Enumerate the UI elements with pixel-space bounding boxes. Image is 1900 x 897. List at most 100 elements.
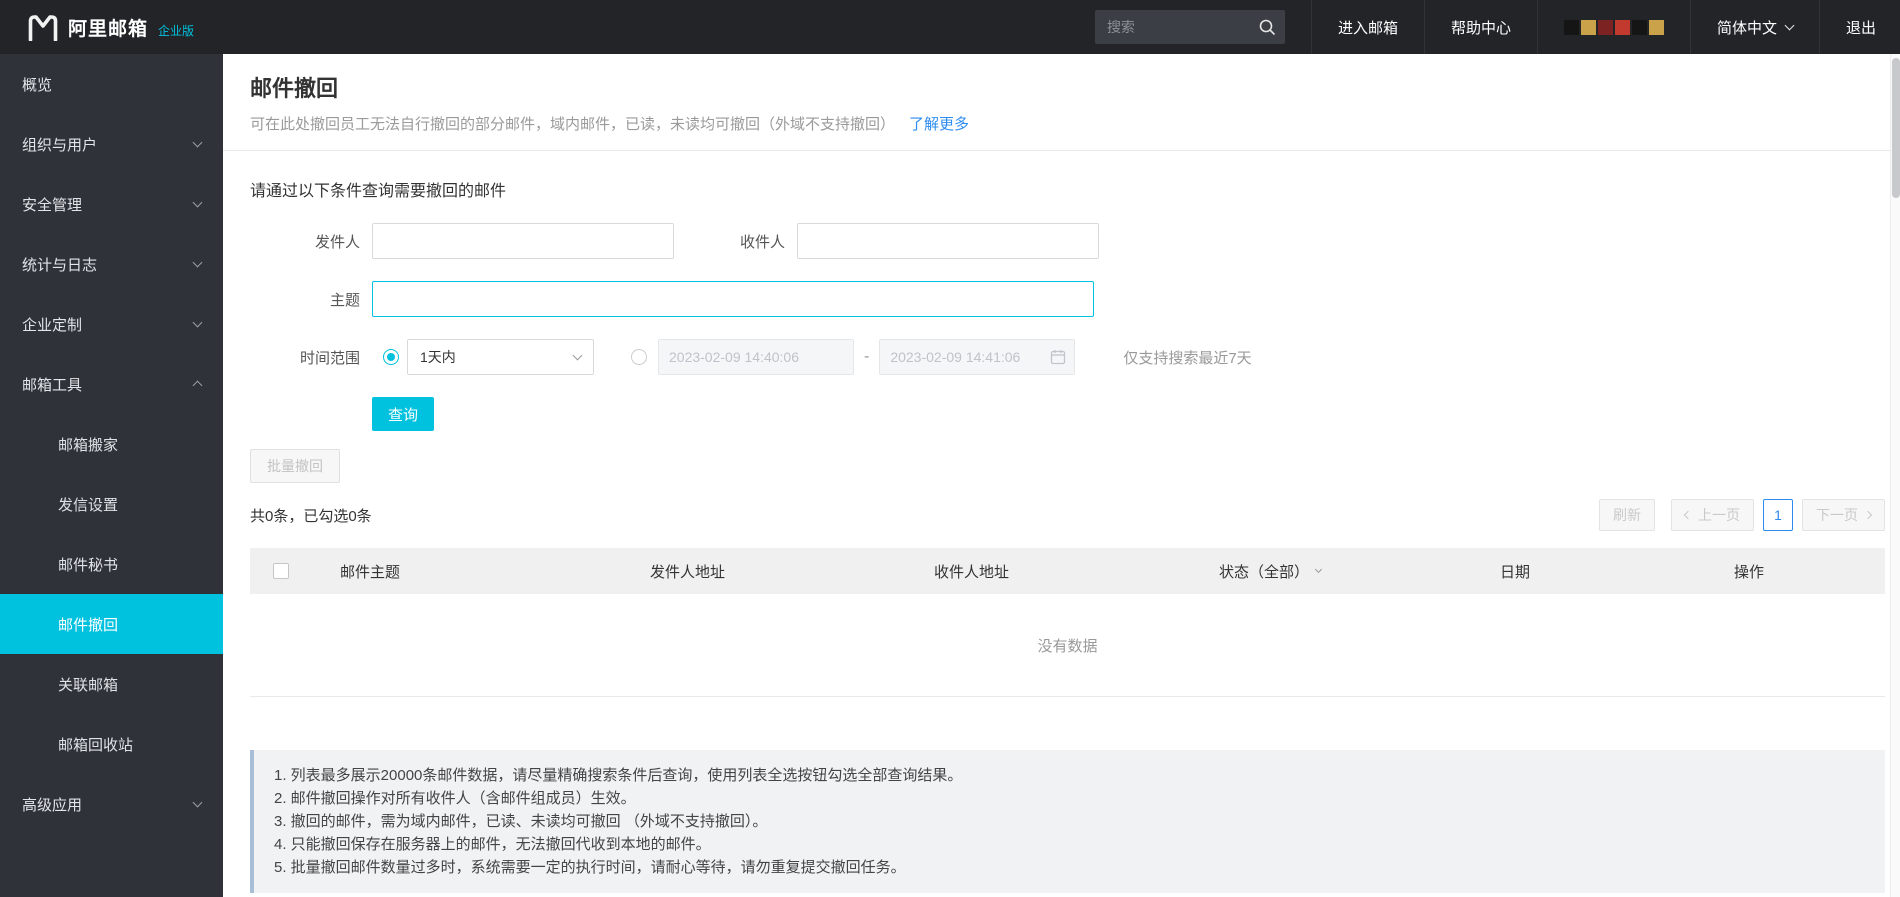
time-range-label: 时间范围 <box>250 347 372 368</box>
sidebar-item-security-management[interactable]: 安全管理 <box>0 174 223 234</box>
theme-palette <box>1537 0 1690 54</box>
alimail-logo-icon <box>28 14 58 41</box>
note-item: 5. 批量撤回邮件数量过多时，系统需要一定的执行时间，请耐心等待，请勿重复提交撤… <box>274 856 1865 879</box>
notes-panel: 1. 列表最多展示20000条邮件数据，请尽量精确搜索条件后查询，使用列表全选按… <box>250 750 1885 893</box>
chevron-down-icon <box>573 351 583 361</box>
topbar: 阿里邮箱 企业版 进入邮箱 帮助中心 简体中文 <box>0 0 1900 54</box>
scrollbar-thumb[interactable] <box>1892 58 1900 198</box>
sidebar-item-linked-mailbox[interactable]: 关联邮箱 <box>0 654 223 714</box>
page-header: 邮件撤回 可在此处撤回员工无法自行撤回的部分邮件，域内邮件，已读，未读均可撤回（… <box>223 54 1900 151</box>
sidebar-item-mail-recall[interactable]: 邮件撤回 <box>0 594 223 654</box>
sidebar-item-label: 发信设置 <box>58 494 118 515</box>
time-custom-radio[interactable] <box>631 349 647 365</box>
language-selector[interactable]: 简体中文 <box>1690 0 1819 54</box>
topbar-actions: 进入邮箱 帮助中心 简体中文 退出 <box>1095 0 1900 54</box>
page-title: 邮件撤回 <box>250 76 1873 102</box>
sidebar-item-stats-and-logs[interactable]: 统计与日志 <box>0 234 223 294</box>
sidebar-item-mailbox-recycle-bin[interactable]: 邮箱回收站 <box>0 714 223 774</box>
batch-recall-button[interactable]: 批量撤回 <box>250 449 340 483</box>
search-button[interactable]: 查询 <box>372 397 434 431</box>
chevron-down-icon <box>193 318 203 328</box>
time-range-hint: 仅支持搜索最近7天 <box>1123 347 1251 368</box>
sidebar-item-enterprise-customization[interactable]: 企业定制 <box>0 294 223 354</box>
recipient-input[interactable] <box>797 223 1099 259</box>
sidebar-item-label: 邮件秘书 <box>58 554 118 575</box>
next-page-button[interactable]: 下一页 <box>1802 499 1885 531</box>
palette-swatch <box>1632 20 1647 35</box>
topbar-search <box>1095 10 1285 44</box>
empty-state: 没有数据 <box>250 594 1885 697</box>
select-all-checkbox[interactable] <box>273 563 289 579</box>
sidebar-item-label: 高级应用 <box>22 794 82 815</box>
count-row: 共0条，已勾选0条 刷新 上一页 1 下一页 <box>223 483 1900 548</box>
help-center-button[interactable]: 帮助中心 <box>1424 0 1537 54</box>
date-range-separator: - <box>864 348 869 366</box>
prev-page-button[interactable]: 上一页 <box>1671 499 1754 531</box>
next-page-label: 下一页 <box>1816 505 1858 525</box>
current-page[interactable]: 1 <box>1763 499 1793 531</box>
time-preset-radio[interactable] <box>383 349 399 365</box>
subject-input[interactable] <box>372 281 1094 317</box>
recipient-label: 收件人 <box>690 231 797 252</box>
sidebar-item-label: 邮箱搬家 <box>58 434 118 455</box>
mail-table: 邮件主题 发件人地址 收件人地址 状态（全部） 日期 操作 没有数据 <box>250 548 1885 697</box>
time-range-row: 时间范围 1天内 - 仅支持搜 <box>250 339 1873 375</box>
sidebar-item-mailbox-migration[interactable]: 邮箱搬家 <box>0 414 223 474</box>
column-recipient-address: 收件人地址 <box>934 561 1219 582</box>
chevron-down-icon <box>1785 21 1795 31</box>
help-center-label: 帮助中心 <box>1451 17 1511 38</box>
sidebar-item-label: 安全管理 <box>22 194 82 215</box>
search-icon[interactable] <box>1258 18 1276 36</box>
sidebar-item-label: 邮箱回收站 <box>58 734 133 755</box>
sender-label: 发件人 <box>250 231 372 252</box>
search-input[interactable] <box>1095 10 1285 44</box>
brand-name: 阿里邮箱 <box>68 14 148 41</box>
note-item: 1. 列表最多展示20000条邮件数据，请尽量精确搜索条件后查询，使用列表全选按… <box>274 764 1865 787</box>
sidebar-item-sending-settings[interactable]: 发信设置 <box>0 474 223 534</box>
chevron-down-icon <box>1315 566 1322 573</box>
result-count: 共0条，已勾选0条 <box>250 505 372 526</box>
chevron-down-icon <box>193 198 203 208</box>
palette-swatch <box>1649 20 1664 35</box>
table-header: 邮件主题 发件人地址 收件人地址 状态（全部） 日期 操作 <box>250 548 1885 594</box>
sender-input[interactable] <box>372 223 674 259</box>
sidebar-item-label: 企业定制 <box>22 314 82 335</box>
brand: 阿里邮箱 企业版 <box>0 0 194 54</box>
refresh-button[interactable]: 刷新 <box>1599 499 1655 531</box>
enter-mailbox-button[interactable]: 进入邮箱 <box>1311 0 1424 54</box>
enter-mailbox-label: 进入邮箱 <box>1338 17 1398 38</box>
main-area: 概览 组织与用户 安全管理 统计与日志 企业定制 邮箱工具 邮箱搬家 发信设置 <box>0 54 1900 897</box>
brand-edition-badge: 企业版 <box>158 22 194 39</box>
logout-button[interactable]: 退出 <box>1819 0 1900 54</box>
sidebar-item-mail-secretary[interactable]: 邮件秘书 <box>0 534 223 594</box>
sidebar-item-mailbox-tools[interactable]: 邮箱工具 <box>0 354 223 414</box>
sidebar-item-overview[interactable]: 概览 <box>0 54 223 114</box>
list-toolbar: 批量撤回 <box>223 431 1900 483</box>
table-header-checkbox-cell <box>250 563 340 579</box>
palette-swatch <box>1598 20 1613 35</box>
page-description-row: 可在此处撤回员工无法自行撤回的部分邮件，域内邮件，已读，未读均可撤回（外域不支持… <box>250 116 1873 134</box>
language-label: 简体中文 <box>1717 17 1777 38</box>
chevron-down-icon <box>193 138 203 148</box>
time-preset-value: 1天内 <box>420 347 456 367</box>
sidebar-item-label: 关联邮箱 <box>58 674 118 695</box>
learn-more-link[interactable]: 了解更多 <box>909 116 969 133</box>
sidebar-item-label: 组织与用户 <box>22 134 97 155</box>
page-description: 可在此处撤回员工无法自行撤回的部分邮件，域内邮件，已读，未读均可撤回（外域不支持… <box>250 116 895 133</box>
column-subject: 邮件主题 <box>340 561 650 582</box>
chevron-left-icon <box>1684 511 1692 519</box>
scrollbar[interactable] <box>1890 54 1900 897</box>
content: 邮件撤回 可在此处撤回员工无法自行撤回的部分邮件，域内邮件，已读，未读均可撤回（… <box>223 54 1900 897</box>
end-time-input <box>879 339 1075 375</box>
subject-row: 主题 <box>250 281 1873 317</box>
time-preset-select[interactable]: 1天内 <box>407 339 594 375</box>
query-section: 请通过以下条件查询需要撤回的邮件 发件人 收件人 主题 时间范围 1天内 <box>223 151 1900 431</box>
column-status-filter[interactable]: 状态（全部） <box>1219 561 1500 582</box>
sidebar-item-org-and-users[interactable]: 组织与用户 <box>0 114 223 174</box>
sidebar-item-advanced-apps[interactable]: 高级应用 <box>0 774 223 834</box>
query-heading: 请通过以下条件查询需要撤回的邮件 <box>250 177 1873 201</box>
column-date: 日期 <box>1500 561 1734 582</box>
chevron-down-icon <box>193 258 203 268</box>
end-time-wrap <box>879 339 1075 375</box>
note-item: 3. 撤回的邮件，需为域内邮件，已读、未读均可撤回 （外域不支持撤回）。 <box>274 810 1865 833</box>
